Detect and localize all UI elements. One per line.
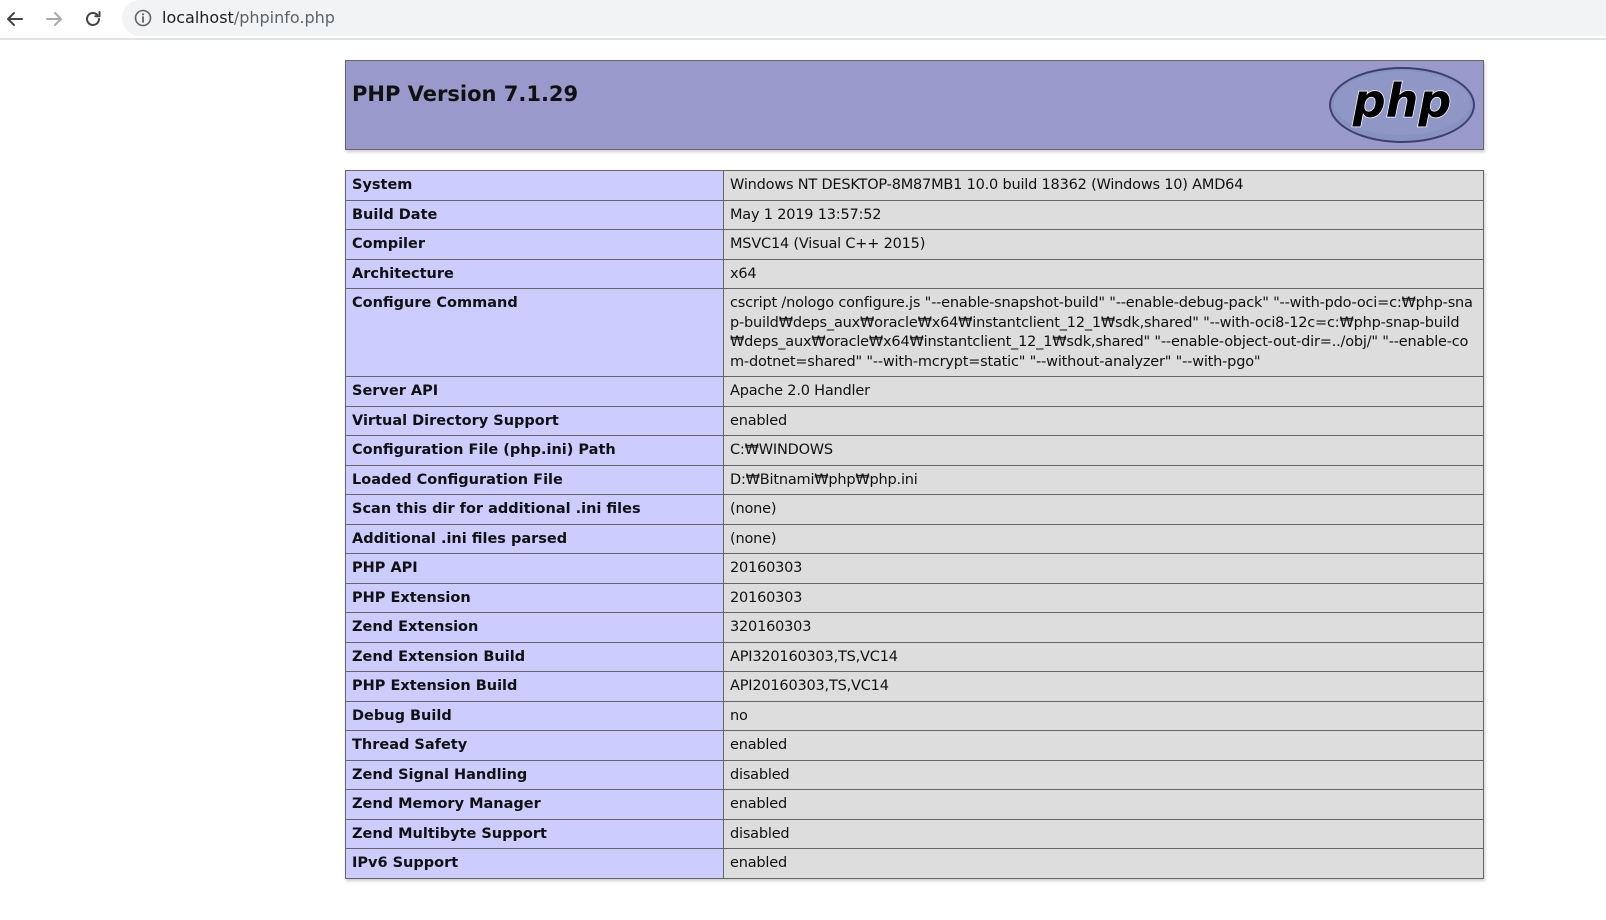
row-value: enabled bbox=[723, 789, 1484, 820]
row-key: Virtual Directory Support bbox=[345, 405, 724, 436]
row-value: 320160303 bbox=[723, 612, 1484, 643]
php-info-table: System Windows NT DESKTOP-8M87MB1 10.0 bu… bbox=[345, 170, 1484, 879]
row-value: (none) bbox=[723, 523, 1484, 554]
info-icon[interactable] bbox=[134, 9, 152, 27]
row-key: Configure Command bbox=[345, 288, 724, 377]
table-row: Additional .ini files parsed (none) bbox=[345, 523, 1484, 554]
row-key: PHP API bbox=[345, 553, 724, 584]
row-key: IPv6 Support bbox=[345, 848, 724, 879]
row-value: enabled bbox=[723, 848, 1484, 879]
row-value: enabled bbox=[723, 730, 1484, 761]
row-value: disabled bbox=[723, 818, 1484, 849]
row-value: MSVC14 (Visual C++ 2015) bbox=[723, 229, 1484, 260]
url-path: /phpinfo.php bbox=[233, 8, 335, 27]
row-key: Zend Signal Handling bbox=[345, 759, 724, 790]
row-key: System bbox=[345, 170, 724, 201]
row-value: Apache 2.0 Handler bbox=[723, 376, 1484, 407]
row-value: cscript /nologo configure.js "--enable-s… bbox=[723, 288, 1484, 377]
reload-button[interactable] bbox=[80, 6, 106, 32]
row-key: Architecture bbox=[345, 258, 724, 289]
info-rows: System Windows NT DESKTOP-8M87MB1 10.0 bu… bbox=[345, 170, 1484, 879]
row-value: disabled bbox=[723, 759, 1484, 790]
php-version-header: PHP Version 7.1.29 php bbox=[345, 60, 1484, 150]
row-value: C:₩WINDOWS bbox=[723, 435, 1484, 466]
table-row: Debug Build no bbox=[345, 700, 1484, 731]
php-logo[interactable]: php bbox=[1327, 65, 1477, 145]
table-row: IPv6 Support enabled bbox=[345, 848, 1484, 879]
row-value: (none) bbox=[723, 494, 1484, 525]
table-row: Build Date May 1 2019 13:57:52 bbox=[345, 199, 1484, 230]
url-text[interactable]: localhost/phpinfo.php bbox=[162, 8, 335, 27]
row-value: D:₩Bitnami₩php₩php.ini bbox=[723, 464, 1484, 495]
table-row: Zend Extension Build API320160303,TS,VC14 bbox=[345, 641, 1484, 672]
row-key: Zend Multibyte Support bbox=[345, 818, 724, 849]
row-key: PHP Extension bbox=[345, 582, 724, 613]
phpinfo-page: PHP Version 7.1.29 php System Windows NT … bbox=[345, 60, 1484, 879]
arrow-left-icon bbox=[7, 12, 23, 26]
row-value: API320160303,TS,VC14 bbox=[723, 641, 1484, 672]
row-key: Server API bbox=[345, 376, 724, 407]
table-row: PHP Extension 20160303 bbox=[345, 582, 1484, 613]
php-logo-text: php bbox=[1352, 74, 1452, 128]
row-key: Thread Safety bbox=[345, 730, 724, 761]
forward-button[interactable] bbox=[41, 6, 67, 32]
table-row: Zend Extension 320160303 bbox=[345, 612, 1484, 643]
table-row: Configuration File (php.ini) Path C:₩WIND… bbox=[345, 435, 1484, 466]
back-button[interactable] bbox=[2, 6, 28, 32]
row-key: Additional .ini files parsed bbox=[345, 523, 724, 554]
table-row: Scan this dir for additional .ini files(… bbox=[345, 494, 1484, 525]
row-key: Debug Build bbox=[345, 700, 724, 731]
address-bar[interactable]: localhost/phpinfo.php bbox=[122, 0, 1606, 36]
table-row: Architecture x64 bbox=[345, 258, 1484, 289]
row-key: Zend Extension Build bbox=[345, 641, 724, 672]
table-row: Compiler MSVC14 (Visual C++ 2015) bbox=[345, 229, 1484, 260]
table-row: PHP Extension Build API20160303,TS,VC14 bbox=[345, 671, 1484, 702]
table-row: System Windows NT DESKTOP-8M87MB1 10.0 bu… bbox=[345, 170, 1484, 201]
url-host: localhost bbox=[162, 8, 234, 27]
row-key: Zend Extension bbox=[345, 612, 724, 643]
row-key: PHP Extension Build bbox=[345, 671, 724, 702]
row-key: Configuration File (php.ini) Path bbox=[345, 435, 724, 466]
row-value: x64 bbox=[723, 258, 1484, 289]
row-value: 20160303 bbox=[723, 553, 1484, 584]
row-key: Scan this dir for additional .ini files bbox=[345, 494, 724, 525]
row-key: Loaded Configuration File bbox=[345, 464, 724, 495]
page-title: PHP Version 7.1.29 bbox=[352, 82, 579, 106]
table-row: Server API Apache 2.0 Handler bbox=[345, 376, 1484, 407]
arrow-right-icon bbox=[46, 12, 62, 26]
row-key: Build Date bbox=[345, 199, 724, 230]
row-key: Zend Memory Manager bbox=[345, 789, 724, 820]
table-row: Zend Memory Manager enabled bbox=[345, 789, 1484, 820]
row-value: Windows NT DESKTOP-8M87MB1 10.0 build 18… bbox=[723, 170, 1484, 201]
reload-icon bbox=[86, 11, 101, 26]
browser-toolbar: localhost/phpinfo.php bbox=[0, 0, 1606, 40]
row-value: May 1 2019 13:57:52 bbox=[723, 199, 1484, 230]
table-row: Configure Command cscript /nologo configu… bbox=[345, 288, 1484, 377]
row-value: API20160303,TS,VC14 bbox=[723, 671, 1484, 702]
table-row: Thread Safety enabled bbox=[345, 730, 1484, 761]
row-value: no bbox=[723, 700, 1484, 731]
table-row: Loaded Configuration File D:₩Bitnami₩php₩… bbox=[345, 464, 1484, 495]
table-row: Zend Signal Handling disabled bbox=[345, 759, 1484, 790]
row-key: Compiler bbox=[345, 229, 724, 260]
table-row: PHP API 20160303 bbox=[345, 553, 1484, 584]
row-value: enabled bbox=[723, 405, 1484, 436]
table-row: Zend Multibyte Support disabled bbox=[345, 818, 1484, 849]
row-value: 20160303 bbox=[723, 582, 1484, 613]
table-row: Virtual Directory Support enabled bbox=[345, 405, 1484, 436]
